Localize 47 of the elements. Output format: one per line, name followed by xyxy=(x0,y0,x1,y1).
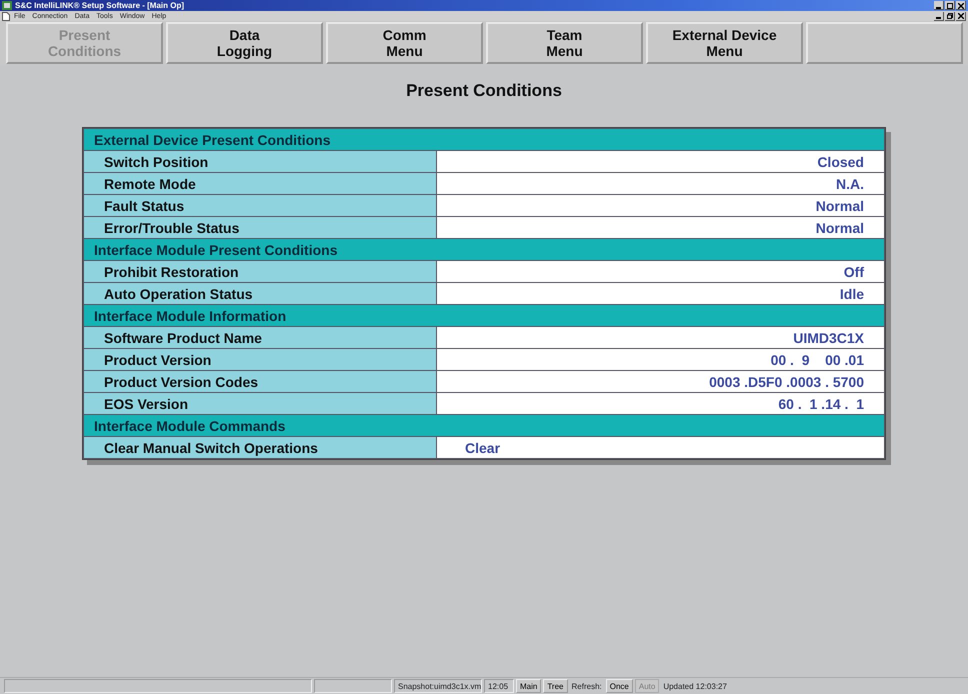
row-label: Clear Manual Switch Operations xyxy=(84,436,436,458)
row-label: Product Version Codes xyxy=(84,370,436,392)
row-label: Fault Status xyxy=(84,194,436,216)
status-button[interactable]: Main xyxy=(516,679,542,693)
row-value: 0003 .D5F0 .0003 . 5700 xyxy=(436,370,884,392)
maximize-icon xyxy=(947,2,953,8)
row-value: UIMD3C1X xyxy=(436,326,884,348)
window-title: S&C IntelliLINK® Setup Software - [Main Op] xyxy=(15,1,184,10)
restore-button[interactable] xyxy=(945,12,955,20)
nav-button[interactable]: Data Logging xyxy=(166,22,323,64)
row-label: Switch Position xyxy=(84,150,436,172)
section-header: Interface Module Present Conditions xyxy=(84,238,884,260)
maximize-button[interactable] xyxy=(945,1,955,10)
row-label: Product Version xyxy=(84,348,436,370)
row-value: Normal xyxy=(436,194,884,216)
document-icon[interactable] xyxy=(2,12,10,20)
section-header: Interface Module Information xyxy=(84,304,884,326)
close-button[interactable] xyxy=(956,12,966,20)
row-label: EOS Version xyxy=(84,392,436,414)
row-value: 60 . 1 .14 . 1 xyxy=(436,392,884,414)
nav-button[interactable]: External Device Menu xyxy=(646,22,803,64)
row-label: Prohibit Restoration xyxy=(84,260,436,282)
section-header: External Device Present Conditions xyxy=(84,128,884,150)
row-label: Error/Trouble Status xyxy=(84,216,436,238)
row-label: Remote Mode xyxy=(84,172,436,194)
close-button[interactable] xyxy=(956,1,966,10)
clear-link[interactable]: Clear xyxy=(436,436,884,458)
page-heading: Present Conditions xyxy=(406,81,562,101)
status-button[interactable]: Once xyxy=(606,679,633,693)
status-button[interactable]: Tree xyxy=(543,679,568,693)
row-value: Normal xyxy=(436,216,884,238)
nav-button[interactable]: Comm Menu xyxy=(326,22,483,64)
row-value: Closed xyxy=(436,150,884,172)
row-value: 00 . 9 00 .01 xyxy=(436,348,884,370)
row-value: Off xyxy=(436,260,884,282)
status-panel: 12:05 xyxy=(484,679,514,693)
minimize-button[interactable] xyxy=(934,1,944,10)
row-value: Idle xyxy=(436,282,884,304)
nav-button[interactable]: Team Menu xyxy=(486,22,643,64)
row-label: Auto Operation Status xyxy=(84,282,436,304)
status-panel: Snapshot:uimd3c1x.vm xyxy=(394,679,482,693)
status-text: Refresh: xyxy=(570,682,603,690)
row-value: N.A. xyxy=(436,172,884,194)
status-text: Updated 12:03:27 xyxy=(662,682,728,690)
minimize-button[interactable] xyxy=(934,12,944,20)
row-label: Software Product Name xyxy=(84,326,436,348)
section-header: Interface Module Commands xyxy=(84,414,884,436)
